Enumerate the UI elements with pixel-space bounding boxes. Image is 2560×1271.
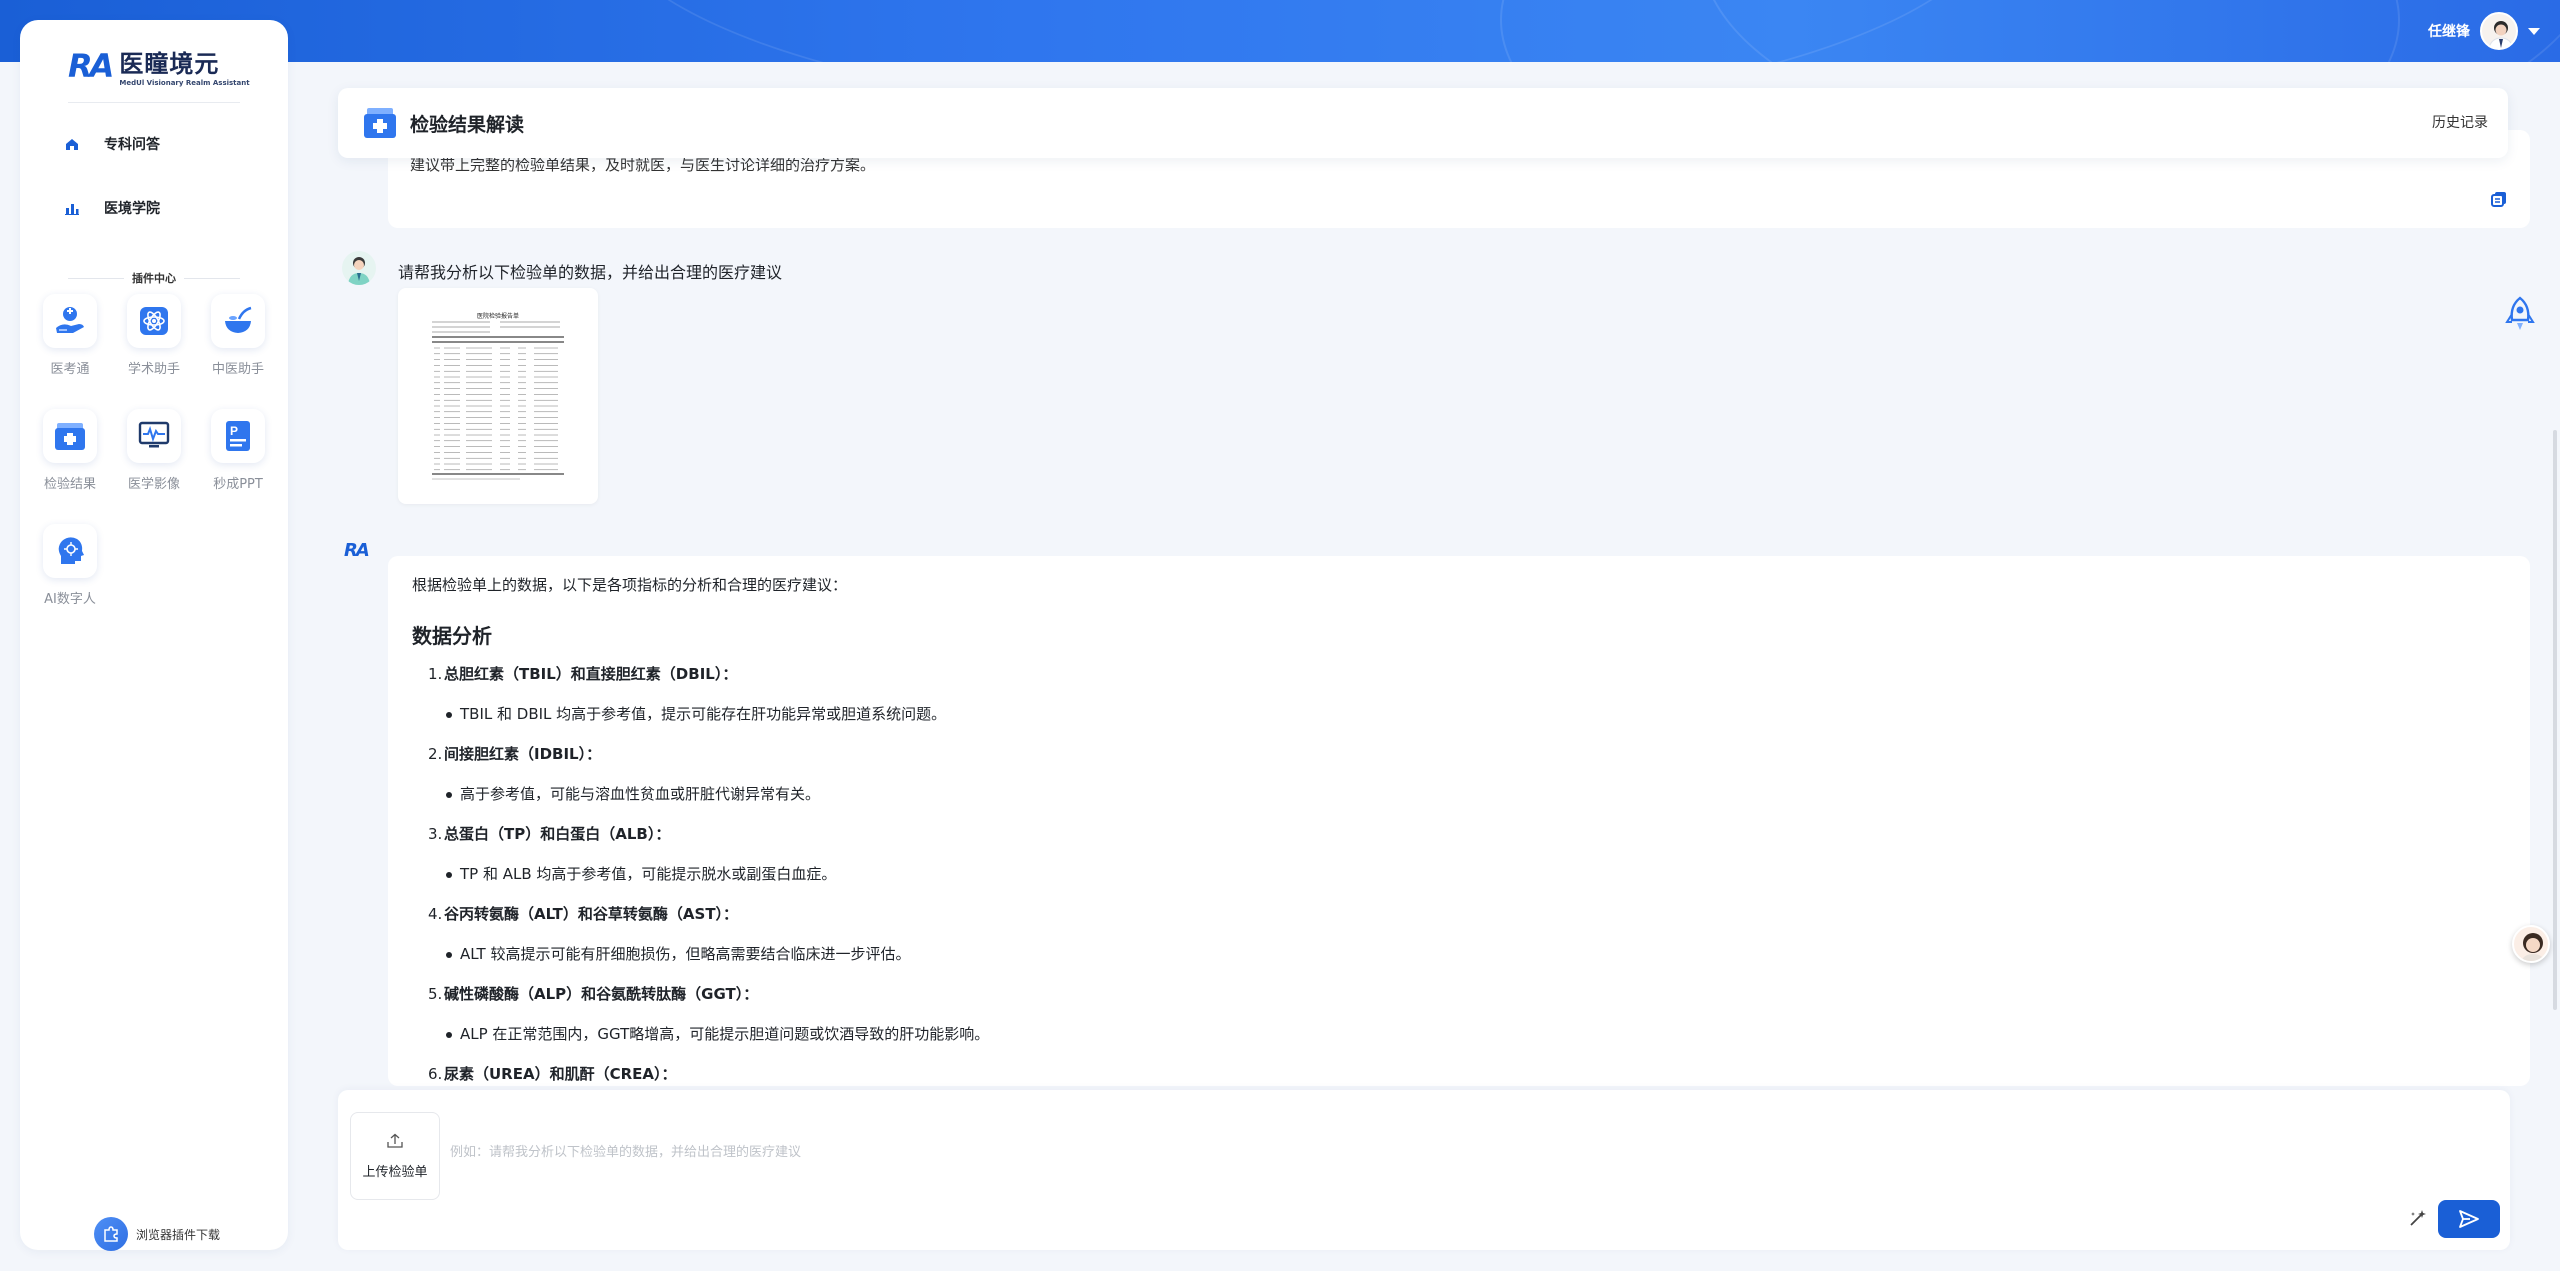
send-button[interactable] <box>2438 1200 2500 1238</box>
lab-report-image: 医院检验报告单 <box>432 312 564 480</box>
lab-report-thumbnail[interactable]: 医院检验报告单 <box>398 288 598 504</box>
plugin-center-heading: 插件中心 <box>68 270 240 286</box>
medical-kit-icon <box>364 108 396 138</box>
medical-kit-icon <box>55 423 85 450</box>
assistant-answer-card: 根据检验单上的数据，以下是各项指标的分析和合理的医疗建议： 数据分析 1. 总胆红… <box>388 556 2530 1086</box>
report-title: 医院检验报告单 <box>477 312 519 320</box>
chat-input[interactable] <box>450 1140 2250 1164</box>
tool-exam[interactable]: 医考通 <box>35 294 105 377</box>
download-label: 浏览器插件下载 <box>136 1227 221 1242</box>
browser-plugin-download[interactable]: 浏览器插件下载 <box>94 1217 220 1251</box>
tool-label: AI数字人 <box>44 592 96 607</box>
tool-academic[interactable]: 学术助手 <box>119 294 189 377</box>
chat-input-card: 上传检验单 <box>338 1090 2510 1250</box>
atom-icon <box>140 307 168 335</box>
upload-report-button[interactable]: 上传检验单 <box>350 1112 440 1200</box>
user-message-text: 请帮我分析以下检验单的数据，并给出合理的医疗建议 <box>398 263 783 282</box>
brand-name: 医瞳境元 <box>119 50 220 78</box>
user-name: 任继锋 <box>2428 24 2470 40</box>
tool-label: 学术助手 <box>127 362 180 377</box>
list-item: 6. 尿素（UREA）和肌酐（CREA）： <box>428 1065 677 1083</box>
copy-icon[interactable] <box>2490 190 2508 208</box>
scrollbar-thumb[interactable] <box>2553 430 2557 1010</box>
tool-label: 医学影像 <box>127 477 180 492</box>
history-link[interactable]: 历史记录 <box>2432 112 2488 132</box>
sidebar: RA 医瞳境元 MedUl Visionary Realm Assistant … <box>20 20 288 1251</box>
sidebar-item-academy[interactable]: 医境学院 <box>64 198 160 218</box>
tool-imaging[interactable]: 医学影像 <box>119 409 189 492</box>
list-item-detail: 高于参考值，可能与溶血性贫血或肝脏代谢异常有关。 <box>446 783 2492 805</box>
puzzle-icon <box>94 1217 128 1251</box>
list-item-detail: ALT 较高提示可能有肝细胞损伤，但略高需要结合临床进一步评估。 <box>446 943 2492 965</box>
upload-icon <box>387 1133 403 1148</box>
ai-head-icon <box>58 537 84 564</box>
svg-text:P: P <box>230 424 238 438</box>
bar-chart-icon <box>64 200 80 216</box>
sidebar-item-specialty-qa[interactable]: 专科问答 <box>64 134 160 154</box>
list-item: 5. 碱性磷酸酶（ALP）和谷氨酰转肽酶（GGT）： <box>428 985 759 1003</box>
tool-ai-human[interactable]: AI数字人 <box>35 524 105 607</box>
digital-human-avatar[interactable] <box>2512 925 2550 963</box>
tool-ppt[interactable]: P 秒成PPT <box>203 409 273 492</box>
list-item-detail: TP 和 ALB 均高于参考值，可能提示脱水或副蛋白血症。 <box>446 863 2492 885</box>
assistant-avatar: RA <box>344 540 370 561</box>
tool-label: 检验结果 <box>43 477 96 492</box>
ppt-icon: P <box>226 421 250 451</box>
send-icon <box>2459 1210 2479 1228</box>
herb-bowl-icon <box>225 306 252 333</box>
list-item-detail: TBIL 和 DBIL 均高于参考值，提示可能存在肝功能异常或胆道系统问题。 <box>446 703 2492 725</box>
answer-section-heading: 数据分析 <box>412 624 492 648</box>
logo: RA 医瞳境元 MedUl Visionary Realm Assistant <box>68 44 250 88</box>
user-message-avatar <box>342 251 376 285</box>
user-avatar[interactable] <box>2480 12 2518 50</box>
chevron-down-icon[interactable] <box>2528 27 2540 35</box>
tool-label: 医考通 <box>50 362 90 377</box>
list-item-detail: ALP 在正常范围内，GGT略增高，可能提示胆道问题或饮酒导致的肝功能影响。 <box>446 1023 2492 1045</box>
tool-lab-results[interactable]: 检验结果 <box>35 409 105 492</box>
rocket-icon[interactable] <box>2504 296 2536 334</box>
logo-mark: RA <box>68 46 114 85</box>
list-item: 2. 间接胆红素（IDBIL）： <box>428 745 602 763</box>
tool-label: 中医助手 <box>211 362 264 377</box>
page-header: 检验结果解读 历史记录 <box>338 88 2508 158</box>
brand-subtitle: MedUl Visionary Realm Assistant <box>119 79 250 87</box>
magic-wand-icon[interactable] <box>2408 1208 2428 1228</box>
sidebar-item-label: 专科问答 <box>104 137 160 153</box>
list-item: 4. 谷丙转氨酶（ALT）和谷草转氨酶（AST）： <box>428 905 739 923</box>
page-title: 检验结果解读 <box>410 113 525 136</box>
doctor-exam-icon <box>56 307 84 333</box>
divider <box>68 102 240 103</box>
monitor-pulse-icon <box>138 421 170 448</box>
user-menu[interactable]: 任继锋 <box>2428 10 2540 52</box>
answer-intro: 根据检验单上的数据，以下是各项指标的分析和合理的医疗建议： <box>412 576 848 594</box>
tool-label: 秒成PPT <box>213 477 263 492</box>
tool-tcm[interactable]: 中医助手 <box>203 294 273 377</box>
upload-label: 上传检验单 <box>362 1165 428 1180</box>
list-item: 3. 总蛋白（TP）和白蛋白（ALB）： <box>428 825 671 843</box>
top-banner: 任继锋 <box>0 0 2560 62</box>
home-icon <box>64 136 80 152</box>
sidebar-item-label: 医境学院 <box>104 201 160 217</box>
list-item: 1. 总胆红素（TBIL）和直接胆红素（DBIL）： <box>428 665 738 683</box>
